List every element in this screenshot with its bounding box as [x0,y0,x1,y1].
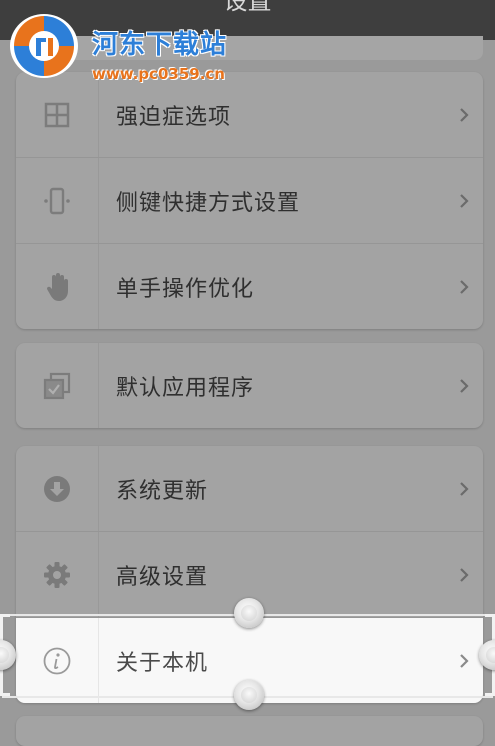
gear-icon [43,561,71,589]
chevron-right-icon [459,532,469,617]
watermark-logo-icon [6,10,82,86]
settings-item-system-update[interactable]: 系统更新 [16,446,483,531]
selection-handle-bottom[interactable] [234,680,264,710]
download-circle-icon [43,475,71,503]
default-apps-icon [43,372,71,400]
settings-item-label: 系统更新 [116,478,209,504]
selection-handle-left[interactable] [0,640,16,670]
settings-item-label: 强迫症选项 [116,104,232,130]
watermark-site-name: 河东下载站 [92,30,228,60]
watermark-url: www.pc0359.cn [92,65,225,83]
chevron-right-icon [459,446,469,531]
chevron-right-icon [459,158,469,243]
grid-icon [44,102,70,128]
settings-item-label: 关于本机 [116,650,209,676]
settings-item-label: 默认应用程序 [116,375,255,401]
settings-group-4-partial [16,716,483,746]
chevron-right-icon [459,72,469,157]
settings-item-side-key-shortcuts[interactable]: 侧键快捷方式设置 [16,157,483,243]
settings-item-one-hand-mode[interactable]: 单手操作优化 [16,243,483,329]
settings-item-label: 侧键快捷方式设置 [116,190,301,216]
chevron-right-icon [459,343,469,428]
hand-icon [44,272,70,302]
settings-group-3: 系统更新 高级设置 关于本机 [16,446,483,703]
phone-side-keys-icon [42,187,72,215]
chevron-right-icon [459,618,469,703]
settings-item-label: 高级设置 [116,564,209,590]
settings-item-ocd-options[interactable]: 强迫症选项 [16,72,483,157]
chevron-right-icon [459,244,469,329]
selection-handle-top[interactable] [234,598,264,628]
watermark: 河东下载站 www.pc0359.cn [6,10,256,83]
settings-group-1: 强迫症选项 侧键快捷方式设置 单手操作优化 [16,72,483,329]
settings-item-default-apps[interactable]: 默认应用程序 [16,343,483,428]
info-icon [42,646,72,676]
settings-item-label: 单手操作优化 [116,276,255,302]
settings-group-2: 默认应用程序 [16,343,483,428]
